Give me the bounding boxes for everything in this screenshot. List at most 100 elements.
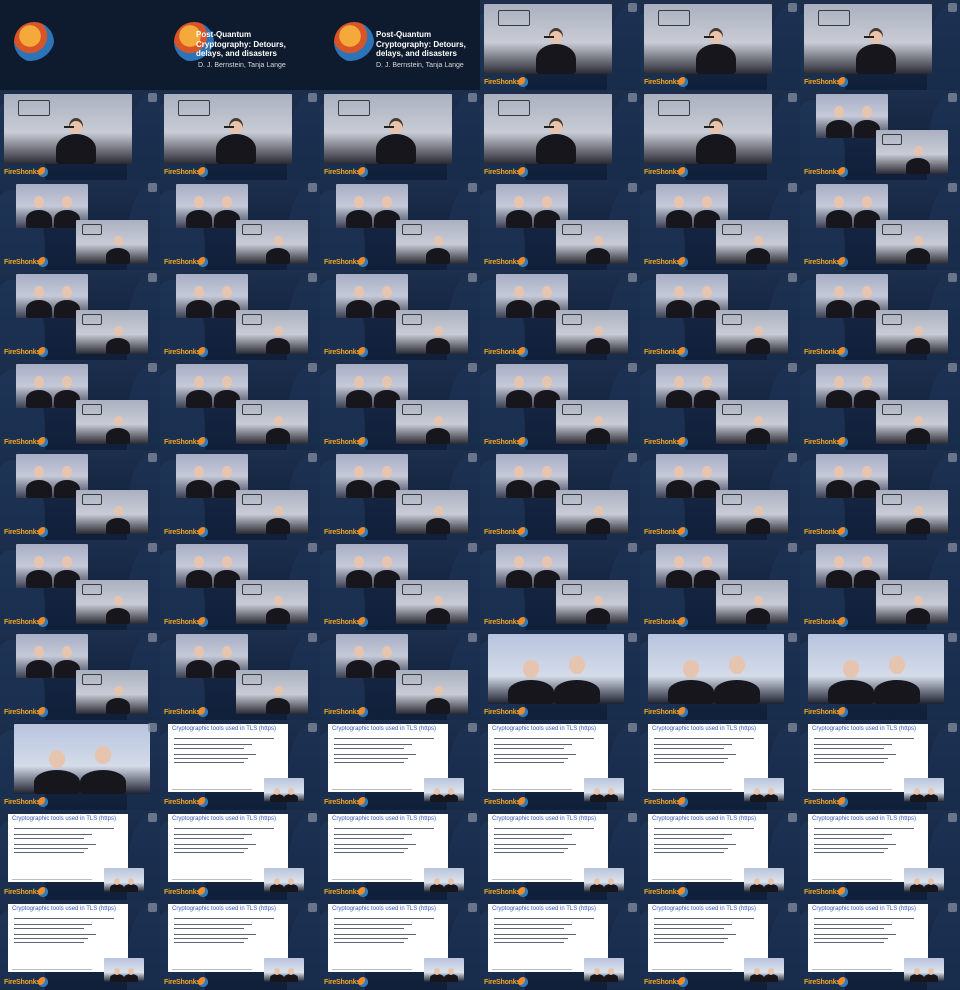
thumbnail-tile[interactable]: Cryptographic tools used in TLS (https) F…: [800, 900, 960, 990]
person-silhouette: [924, 974, 938, 982]
thumbnail-tile[interactable]: Cryptographic tools used in TLS (https) F…: [640, 720, 800, 810]
thumbnail-tile[interactable]: FireShonks: [0, 630, 160, 720]
thumbnail-tile[interactable]: FireShonks: [800, 360, 960, 450]
thumbnail-tile[interactable]: FireShonks: [480, 90, 640, 180]
watermark-icon: [788, 633, 797, 642]
thumbnail-tile[interactable]: FireShonks: [160, 360, 320, 450]
person-silhouette: [284, 974, 298, 982]
slide-text-line: [334, 848, 408, 850]
wall-sculpture: [562, 584, 582, 595]
thumbnail-tile[interactable]: FireShonks: [160, 180, 320, 270]
thumbnail-tile[interactable]: FireShonks: [160, 270, 320, 360]
thumbnail-tile[interactable]: FireShonks: [320, 90, 480, 180]
talk-title: Post-Quantum Cryptography: Detours, delays…: [196, 30, 296, 59]
watermark-icon: [628, 363, 637, 372]
thumbnail-tile[interactable]: FireShonks: [800, 0, 960, 90]
thumbnail-tile[interactable]: FireShonks: [0, 270, 160, 360]
thumbnail-tile[interactable]: Cryptographic tools used in TLS (https) F…: [800, 720, 960, 810]
thumbnail-tile[interactable]: FireShonks: [640, 90, 800, 180]
thumbnail-tile[interactable]: Cryptographic tools used in TLS (https) F…: [640, 900, 800, 990]
thumbnail-tile[interactable]: FireShonks: [320, 180, 480, 270]
brand-logo-icon: [838, 257, 848, 267]
thumbnail-tile[interactable]: FireShonks: [480, 630, 640, 720]
thumbnail-tile[interactable]: FireShonks: [160, 90, 320, 180]
brand-logo-text: FireShonks: [804, 529, 841, 536]
brand-logo-text: FireShonks: [4, 979, 41, 986]
thumbnail-tile[interactable]: FireShonks: [0, 450, 160, 540]
thumbnail-tile[interactable]: Cryptographic tools used in TLS (https) F…: [480, 900, 640, 990]
person-silhouette: [376, 134, 416, 164]
thumbnail-tile[interactable]: FireShonks: [160, 630, 320, 720]
thumbnail-tile[interactable]: Cryptographic tools used in TLS (https) F…: [800, 810, 960, 900]
thumbnail-tile[interactable]: FireShonks: [320, 450, 480, 540]
thumbnail-tile[interactable]: Post-Quantum Cryptography: Detours, delays…: [160, 0, 320, 90]
person-head: [433, 326, 443, 337]
brand-logo-text: FireShonks: [484, 619, 521, 626]
thumbnail-tile[interactable]: FireShonks: [0, 720, 160, 810]
thumbnail-tile[interactable]: FireShonks: [640, 540, 800, 630]
slide-text-line: [654, 848, 728, 850]
thumbnail-tile[interactable]: Cryptographic tools used in TLS (https) F…: [480, 810, 640, 900]
thumbnail-tile[interactable]: Cryptographic tools used in TLS (https) F…: [160, 720, 320, 810]
person-head: [514, 556, 524, 568]
person-head: [608, 968, 614, 975]
thumbnail-tile[interactable]: Cryptographic tools used in TLS (https) F…: [640, 810, 800, 900]
thumbnail-tile[interactable]: FireShonks: [480, 360, 640, 450]
thumbnail-tile[interactable]: FireShonks: [800, 450, 960, 540]
thumbnail-tile[interactable]: FireShonks: [0, 360, 160, 450]
thumbnail-tile[interactable]: Cryptographic tools used in TLS (https) F…: [320, 900, 480, 990]
thumbnail-tile[interactable]: FireShonks: [800, 270, 960, 360]
thumbnail-tile[interactable]: FireShonks: [480, 270, 640, 360]
thumbnail-tile[interactable]: Cryptographic tools used in TLS (https) F…: [0, 810, 160, 900]
thumbnail-tile[interactable]: FireShonks: [320, 360, 480, 450]
thumbnail-tile[interactable]: FireShonks: [480, 450, 640, 540]
thumbnail-tile[interactable]: FireShonks: [160, 540, 320, 630]
thumbnail-tile[interactable]: Cryptographic tools used in TLS (https) F…: [320, 810, 480, 900]
thumbnail-tile[interactable]: Cryptographic tools used in TLS (https) F…: [160, 900, 320, 990]
thumbnail-tile[interactable]: FireShonks: [0, 90, 160, 180]
thumbnail-tile[interactable]: FireShonks: [640, 450, 800, 540]
person-head: [288, 968, 294, 975]
thumbnail-tile[interactable]: Cryptographic tools used in TLS (https) F…: [480, 720, 640, 810]
thumbnail-tile[interactable]: FireShonks: [160, 450, 320, 540]
thumbnail-tile[interactable]: FireShonks: [320, 630, 480, 720]
thumbnail-tile[interactable]: FireShonks: [800, 540, 960, 630]
brand-logo-text: FireShonks: [644, 529, 681, 536]
thumbnail-tile[interactable]: FireShonks: [640, 630, 800, 720]
thumbnail-tile[interactable]: FireShonks: [0, 540, 160, 630]
watermark-icon: [628, 813, 637, 822]
thumbnail-tile[interactable]: FireShonks: [480, 540, 640, 630]
watermark-icon: [308, 273, 317, 282]
thumbnail-tile[interactable]: FireShonks: [320, 540, 480, 630]
slide-text-line: [334, 844, 416, 846]
thumbnail-tile[interactable]: FireShonks: [640, 360, 800, 450]
thumbnail-tile[interactable]: FireShonks: [800, 90, 960, 180]
thumbnail-tile[interactable]: FireShonks: [480, 0, 640, 90]
thumbnail-tile[interactable]: Post-Quantum Cryptography: Detours, delays…: [320, 0, 480, 90]
brand-logo-text: FireShonks: [164, 169, 201, 176]
thumbnail-tile[interactable]: Cryptographic tools used in TLS (https) F…: [0, 900, 160, 990]
slide-text-line: [334, 758, 408, 760]
thumbnail-tile[interactable]: [0, 0, 160, 90]
thumbnail-tile[interactable]: FireShonks: [480, 180, 640, 270]
thumbnail-tile[interactable]: FireShonks: [640, 180, 800, 270]
wall-sculpture: [18, 100, 50, 116]
person-silhouette: [270, 794, 284, 802]
webcam-frame-pip: [876, 220, 948, 264]
thumbnail-tile[interactable]: FireShonks: [800, 180, 960, 270]
person-silhouette: [746, 608, 770, 624]
thumbnail-tile[interactable]: FireShonks: [640, 0, 800, 90]
thumbnail-tile[interactable]: Cryptographic tools used in TLS (https) F…: [160, 810, 320, 900]
brand-logo-text: FireShonks: [164, 259, 201, 266]
person-head: [914, 968, 920, 975]
thumbnail-tile[interactable]: Cryptographic tools used in TLS (https) F…: [320, 720, 480, 810]
wall-sculpture: [722, 404, 742, 415]
wall-sculpture: [82, 224, 102, 235]
person-head: [593, 596, 603, 607]
thumbnail-tile[interactable]: FireShonks: [640, 270, 800, 360]
thumbnail-tile[interactable]: FireShonks: [320, 270, 480, 360]
thumbnail-tile[interactable]: FireShonks: [0, 180, 160, 270]
watermark-icon: [308, 453, 317, 462]
person-silhouette: [506, 480, 532, 498]
thumbnail-tile[interactable]: FireShonks: [800, 630, 960, 720]
